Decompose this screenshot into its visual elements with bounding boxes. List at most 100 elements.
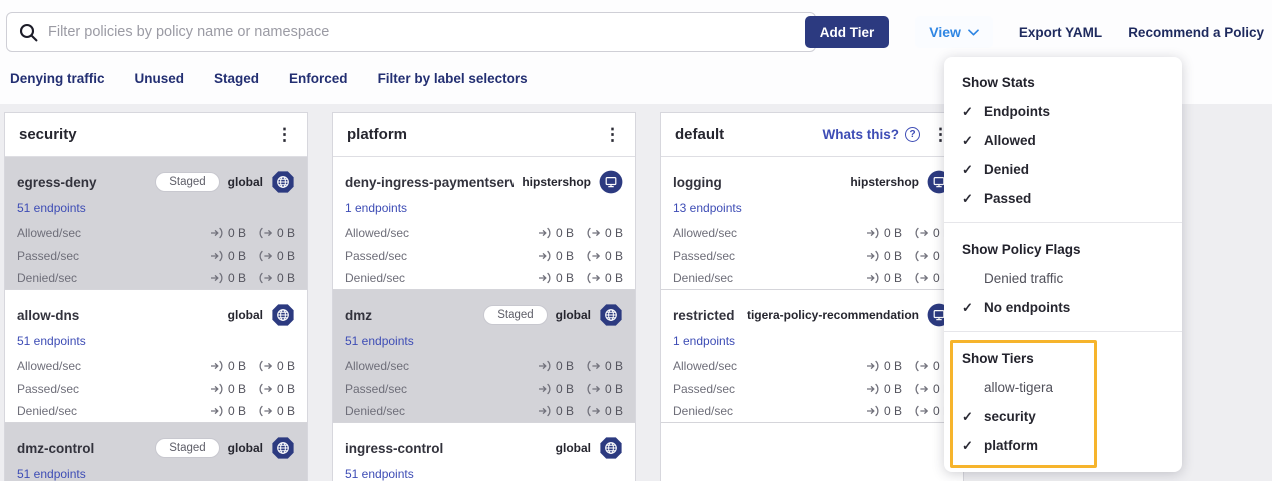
egress-arrow-icon (915, 360, 929, 372)
kebab-menu-icon[interactable]: ⋮ (276, 126, 293, 143)
stat-label: Passed/sec (17, 382, 210, 396)
egress-arrow-icon (587, 405, 601, 417)
policy-card-top: allow-dnsglobal (17, 303, 295, 327)
ingress-stat: 0 B (866, 249, 902, 263)
policy-card-logging[interactable]: logginghipstershop13 endpointsAllowed/se… (661, 157, 963, 290)
ingress-arrow-icon (866, 272, 880, 284)
policy-card-restricted[interactable]: restrictedtigera-policy-recommendation 1 … (661, 290, 963, 423)
view-dropdown-menu: Show Stats✓Endpoints✓Allowed✓Denied✓Pass… (944, 57, 1182, 472)
checkmark-icon: ✓ (962, 438, 984, 454)
filter-link-filter-by-label-selectors[interactable]: Filter by label selectors (378, 71, 528, 86)
stat-label: Denied/sec (345, 404, 538, 418)
view-menu-button[interactable]: View (915, 16, 993, 48)
stat-row: Passed/sec0 B0 B (17, 378, 295, 401)
menu-item-no-endpoints[interactable]: ✓No endpoints (944, 293, 1182, 322)
endpoints-link[interactable]: 51 endpoints (17, 334, 86, 348)
ingress-stat: 0 B (538, 382, 574, 396)
globe-octagon-icon (599, 303, 623, 327)
tier-column-default: defaultWhats this??⋮logginghipstershop13… (660, 112, 964, 481)
endpoints-link[interactable]: 51 endpoints (17, 201, 86, 215)
tier-header-security: security⋮ (5, 113, 307, 157)
filter-link-denying-traffic[interactable]: Denying traffic (10, 71, 105, 86)
policy-scope-label: hipstershop (850, 175, 919, 189)
menu-item-platform[interactable]: ✓platform (944, 431, 1182, 460)
menu-item-label: allow-tigera (984, 380, 1053, 395)
stat-values: 0 B0 B (210, 249, 295, 263)
egress-value: 0 B (277, 226, 295, 240)
tier-column-security: security⋮egress-denyStagedglobal51 endpo… (4, 112, 308, 481)
add-tier-button[interactable]: Add Tier (805, 16, 890, 48)
egress-stat: 0 B (259, 382, 295, 396)
endpoints-link[interactable]: 51 endpoints (17, 467, 86, 481)
policy-card-dmz[interactable]: dmzStagedglobal51 endpointsAllowed/sec0 … (333, 290, 635, 423)
egress-arrow-icon (259, 272, 273, 284)
egress-stat: 0 B (587, 249, 623, 263)
ingress-stat: 0 B (210, 382, 246, 396)
policy-search (6, 12, 816, 52)
menu-item-allowed[interactable]: ✓Allowed (944, 126, 1182, 155)
stat-row: Allowed/sec0 B0 B (345, 222, 623, 245)
ingress-value: 0 B (884, 271, 902, 285)
ingress-arrow-icon (210, 227, 224, 239)
menu-item-allow-tigera[interactable]: allow-tigera (944, 373, 1182, 402)
endpoints-link[interactable]: 1 endpoints (345, 201, 407, 215)
policy-card-ingress-control[interactable]: ingress-controlglobal51 endpoints (333, 423, 635, 481)
ingress-value: 0 B (228, 404, 246, 418)
ingress-arrow-icon (538, 405, 552, 417)
egress-arrow-icon (259, 405, 273, 417)
endpoints-link[interactable]: 51 endpoints (345, 467, 414, 481)
menu-divider (944, 222, 1182, 223)
menu-item-denied[interactable]: ✓Denied (944, 155, 1182, 184)
stat-values: 0 B 0 B (210, 382, 295, 396)
policy-card-egress-deny[interactable]: egress-denyStagedglobal51 endpointsAllow… (5, 157, 307, 290)
search-icon (19, 23, 38, 42)
egress-arrow-icon (259, 250, 273, 262)
ingress-arrow-icon (538, 360, 552, 372)
namespace-circle-icon (599, 170, 623, 194)
endpoints-link[interactable]: 1 endpoints (673, 334, 735, 348)
ingress-arrow-icon (210, 272, 224, 284)
checkmark-icon: ✓ (962, 191, 984, 207)
chevron-down-icon (968, 29, 979, 36)
egress-value: 0 B (277, 271, 295, 285)
stat-values: 0 B0 B (866, 226, 951, 240)
endpoints-link[interactable]: 51 endpoints (345, 334, 414, 348)
recommend-policy-link[interactable]: Recommend a Policy (1128, 25, 1264, 40)
policy-card-top: restrictedtigera-policy-recommendation (673, 303, 951, 327)
export-yaml-link[interactable]: Export YAML (1019, 25, 1102, 40)
menu-divider (944, 331, 1182, 332)
policy-card-dmz-control[interactable]: dmz-controlStagedglobal51 endpoints (5, 423, 307, 481)
stat-label: Denied/sec (345, 271, 538, 285)
filter-link-staged[interactable]: Staged (214, 71, 259, 86)
ingress-value: 0 B (228, 249, 246, 263)
egress-arrow-icon (259, 360, 273, 372)
policy-card-deny-ingress-paymentservi[interactable]: deny-ingress-paymentservi...hipstershop1… (333, 157, 635, 290)
policy-card-allow-dns[interactable]: allow-dnsglobal51 endpointsAllowed/sec0 … (5, 290, 307, 423)
menu-item-denied-traffic[interactable]: Denied traffic (944, 264, 1182, 293)
egress-arrow-icon (587, 383, 601, 395)
search-input[interactable] (48, 24, 803, 40)
filter-link-enforced[interactable]: Enforced (289, 71, 348, 86)
kebab-menu-icon[interactable]: ⋮ (604, 126, 621, 143)
stat-row: Allowed/sec0 B0 B (17, 222, 295, 245)
ingress-arrow-icon (866, 227, 880, 239)
endpoints-link[interactable]: 13 endpoints (673, 201, 742, 215)
stat-values: 0 B0 B (866, 271, 951, 285)
ingress-stat: 0 B (538, 404, 574, 418)
filter-link-unused[interactable]: Unused (135, 71, 185, 86)
menu-item-label: Allowed (984, 133, 1036, 148)
egress-arrow-icon (587, 250, 601, 262)
stat-values: 0 B0 B (538, 382, 623, 396)
menu-item-security[interactable]: ✓security (944, 402, 1182, 431)
stat-values: 0 B0 B (538, 271, 623, 285)
egress-value: 0 B (277, 404, 295, 418)
egress-value: 0 B (605, 226, 623, 240)
tier-column-platform: platform⋮deny-ingress-paymentservi...hip… (332, 112, 636, 481)
whats-this-link[interactable]: Whats this?? (823, 127, 921, 142)
menu-item-passed[interactable]: ✓Passed (944, 184, 1182, 213)
stat-values: 0 B 0 B (210, 404, 295, 418)
ingress-value: 0 B (228, 226, 246, 240)
ingress-value: 0 B (556, 226, 574, 240)
ingress-arrow-icon (538, 272, 552, 284)
menu-item-endpoints[interactable]: ✓Endpoints (944, 97, 1182, 126)
